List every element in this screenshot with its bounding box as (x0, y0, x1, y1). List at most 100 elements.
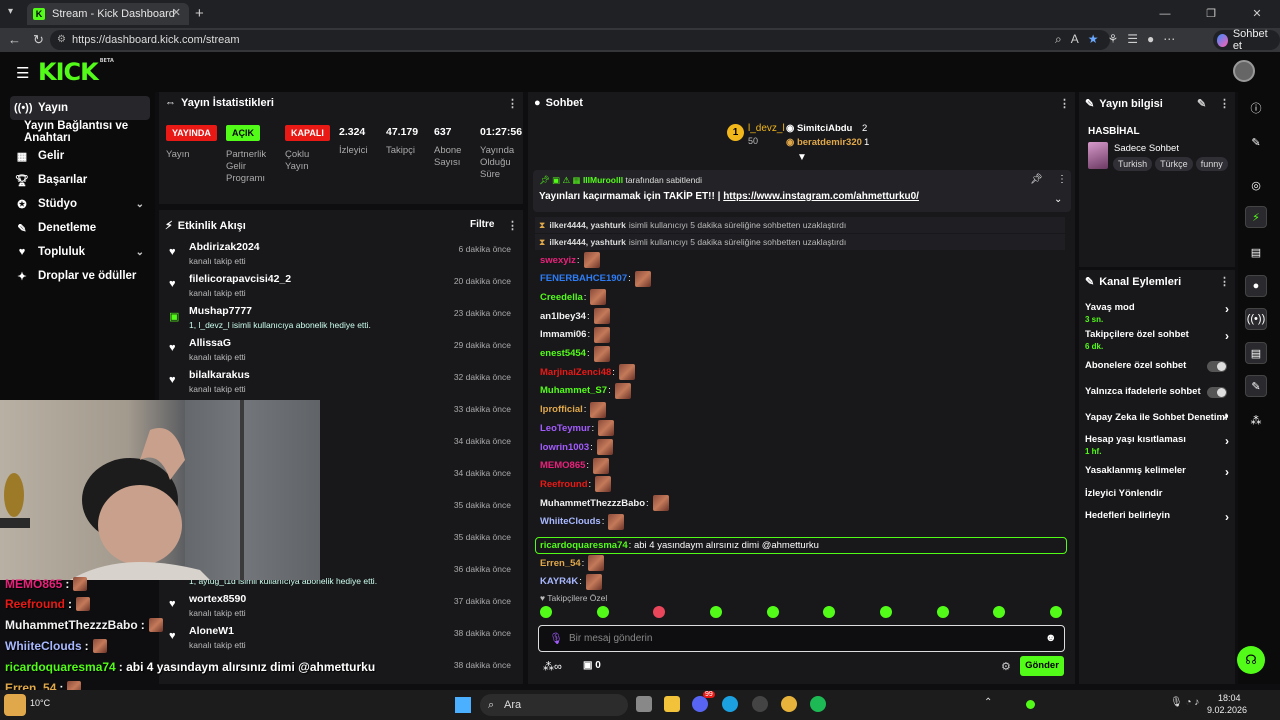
url-field[interactable]: ⚙ https://dashboard.kick.com/stream (50, 30, 1110, 50)
emote-icon[interactable] (936, 606, 949, 618)
emote-icon[interactable] (540, 606, 552, 618)
chat-icon[interactable]: ● (1245, 275, 1267, 297)
reload-icon[interactable]: ↻ (33, 32, 44, 48)
panel-layout-icon[interactable]: ▤ (1245, 342, 1267, 364)
sidebar-item-drops[interactable]: ✦ Droplar ve ödüller (10, 264, 150, 288)
kick-logo[interactable]: KICK BETA (38, 58, 114, 86)
tab-menu-icon[interactable]: ▾ (8, 6, 13, 17)
points-display[interactable]: ▣ 0 (583, 660, 601, 671)
chat-username[interactable]: Muhammet_S7 (540, 385, 607, 396)
emote-icon[interactable] (653, 606, 666, 618)
leader-1-name[interactable]: l_devz_l (748, 123, 785, 134)
chat-message[interactable]: FENERBAHCE1907: (540, 270, 651, 287)
minimize-button[interactable]: — (1142, 0, 1188, 28)
activity-user[interactable]: filelicorapavcisi42_2 (189, 273, 291, 285)
activity-user[interactable]: Mushap7777 (189, 305, 252, 317)
copilot-button[interactable]: Sohbet et (1213, 28, 1280, 52)
toggle-switch[interactable] (1207, 387, 1227, 398)
emote-icon[interactable] (879, 606, 892, 618)
microphone-icon[interactable]: 🎙︎ (549, 632, 563, 645)
tag[interactable]: funny (1195, 157, 1228, 171)
edge-icon[interactable] (722, 696, 738, 712)
extensions-icon[interactable]: ⚘ (1108, 32, 1119, 47)
category-thumbnail[interactable] (1088, 142, 1108, 169)
file-explorer-icon[interactable] (664, 696, 680, 712)
chat-message[interactable]: MEMO865: (540, 457, 610, 474)
filter-button[interactable]: Filtre (470, 219, 494, 230)
channel-action-row[interactable]: Yapay Zeka ile Sohbet Denetimi ↗ (1085, 412, 1233, 423)
more-icon[interactable]: ⋯ (1163, 32, 1175, 47)
chat-message[interactable]: Immami06: (540, 326, 611, 343)
emote-icon[interactable] (993, 606, 1006, 618)
toggle-switch[interactable] (1207, 361, 1227, 372)
chat-message[interactable]: Reefround: (540, 476, 612, 493)
windows-start-icon[interactable] (455, 697, 471, 713)
support-icon[interactable]: ☊ (1237, 646, 1265, 674)
info-icon[interactable]: ⓘ (1245, 97, 1267, 119)
chat-username[interactable]: WhiiteClouds (540, 516, 601, 527)
chat-username[interactable]: MEMO865 (540, 460, 585, 471)
chat-username[interactable]: Immami06 (540, 329, 586, 340)
task-view-icon[interactable] (636, 696, 652, 712)
activity-user[interactable]: AllissaG (189, 337, 231, 349)
screen-capture-icon[interactable]: ◎ (1245, 174, 1267, 196)
chat-message[interactable]: ricardoquaresma74: abi 4 yasındaym alırs… (535, 536, 1067, 554)
channel-action-row[interactable]: Takipçilere özel sohbet 6 dk. › (1085, 329, 1233, 351)
pinned-link[interactable]: https://www.instagram.com/ahmetturku0/ (723, 191, 919, 202)
chat-username[interactable]: lowrin1003 (540, 442, 589, 453)
chat-message[interactable]: Erren_54: (540, 555, 605, 572)
activity-row[interactable]: ♥ bilalkarakus kanalı takip etti 32 dakika … (159, 366, 519, 398)
channel-action-row[interactable]: Hedefleri belirleyin › (1085, 510, 1233, 524)
user-avatar[interactable] (1233, 60, 1255, 82)
broadcast-icon[interactable]: ((•)) (1245, 308, 1267, 330)
leader-2-name[interactable]: ◉ SimitciAbdu (786, 123, 852, 134)
maximize-button[interactable]: ❐ (1188, 0, 1234, 28)
document-icon[interactable]: ▤ (1245, 241, 1267, 263)
chat-settings-icon[interactable]: ⚙ (1001, 660, 1011, 673)
chat-username[interactable]: an1lbey34 (540, 311, 586, 322)
browser-tab[interactable]: K Stream - Kick Dashboard ✕ (27, 3, 189, 25)
chat-username[interactable]: KAYR4K (540, 576, 578, 587)
chat-username[interactable]: LeoTeymur (540, 423, 591, 434)
tray-app-icon[interactable] (1026, 700, 1035, 709)
weather-icon[interactable] (4, 694, 26, 716)
profile-icon[interactable]: ● (1147, 32, 1154, 47)
activity-row[interactable]: ▣ Mushap7777 1, l_devz_l isimli kullanıcıy… (159, 302, 519, 334)
emote-icon[interactable] (823, 606, 836, 618)
chat-username[interactable]: FENERBAHCE1907 (540, 273, 627, 284)
taskbar-search[interactable]: ⌕ Ara (480, 694, 628, 716)
tray-system-icons[interactable]: 🎙︎ ◔ ♪ (1170, 697, 1199, 708)
back-icon[interactable]: ← (8, 32, 21, 48)
tray-chevron-icon[interactable]: ⌃ (984, 697, 992, 708)
emote-icon[interactable] (596, 606, 609, 618)
chat-username[interactable]: Erren_54 (540, 558, 581, 569)
chat-username[interactable]: Reefround (540, 479, 588, 490)
hamburger-menu-icon[interactable]: ☰ (16, 64, 29, 82)
chat-message[interactable]: an1lbey34: (540, 308, 610, 325)
chat-message[interactable]: WhiiteClouds: (540, 513, 625, 530)
activity-row[interactable]: ♥ filelicorapavcisi42_2 kanalı takip etti 2… (159, 270, 519, 302)
activity-user[interactable]: bilalkarakus (189, 369, 250, 381)
chat-message[interactable]: KAYR4K: (540, 573, 602, 590)
activity-row[interactable]: ♥ wortex8590 kanalı takip etti 37 dakika ön… (159, 590, 519, 622)
chat-message[interactable]: LeoTeymur: (540, 420, 615, 437)
read-aloud-icon[interactable]: A (1071, 32, 1079, 47)
send-button[interactable]: Gönder (1020, 656, 1064, 676)
chat-username[interactable]: enest5454 (540, 348, 586, 359)
chat-message[interactable]: lprofficial: (540, 401, 607, 418)
spotify-icon[interactable] (810, 696, 826, 712)
edit-icon[interactable]: ✎ (1245, 131, 1267, 153)
tools-icon[interactable]: ✎ (1245, 375, 1267, 397)
zoom-icon[interactable]: ⌕ (1055, 32, 1062, 47)
tag[interactable]: Türkçe (1155, 157, 1193, 171)
category-name[interactable]: Sadece Sohbet (1114, 143, 1179, 154)
steam-icon[interactable] (752, 696, 768, 712)
chat-message[interactable]: MarjinalZenci48: (540, 364, 635, 381)
channel-actions-menu-icon[interactable]: ⋮ (1219, 275, 1230, 288)
edit-info-icon[interactable]: ✎ (1197, 97, 1206, 110)
activity-user[interactable]: Abdirizak2024 (189, 241, 260, 253)
chat-message[interactable]: lowrin1003: (540, 439, 613, 455)
expand-leaderboard-icon[interactable]: ▼ (797, 152, 807, 163)
chat-input[interactable]: 🎙︎ Bir mesaj gönderin ☻ (538, 625, 1065, 652)
unpin-icon[interactable]: 📌︎ (1030, 174, 1043, 185)
